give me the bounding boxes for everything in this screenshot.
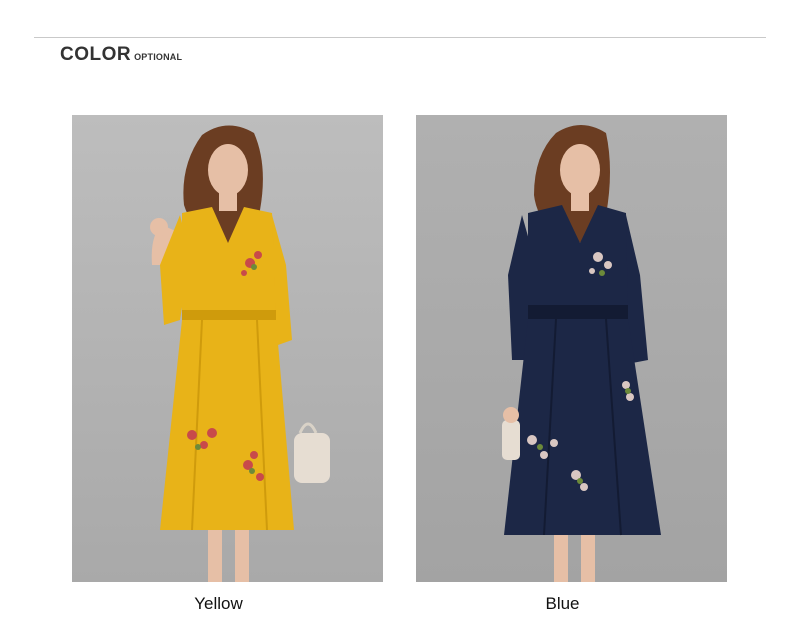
face	[208, 144, 248, 196]
product-image-yellow[interactable]	[72, 115, 383, 582]
handbag	[294, 433, 330, 483]
belt	[182, 310, 276, 320]
dress-illustration-yellow	[72, 115, 383, 582]
caption-blue: Blue	[545, 594, 580, 613]
section-heading: COLOR OPTIONAL	[60, 44, 182, 66]
caption-yellow: Yellow	[194, 594, 243, 613]
section-subtitle: OPTIONAL	[134, 52, 183, 62]
product-image-blue[interactable]	[416, 115, 727, 582]
header-divider	[34, 37, 766, 38]
handbag	[502, 420, 520, 460]
neck	[571, 189, 589, 211]
left-hand	[150, 218, 168, 236]
belt	[528, 305, 628, 319]
skirt	[160, 320, 294, 530]
section-title: COLOR	[60, 44, 132, 65]
dress-illustration-blue	[416, 115, 727, 582]
face	[560, 144, 600, 196]
neck	[219, 189, 237, 211]
hand	[503, 407, 519, 423]
